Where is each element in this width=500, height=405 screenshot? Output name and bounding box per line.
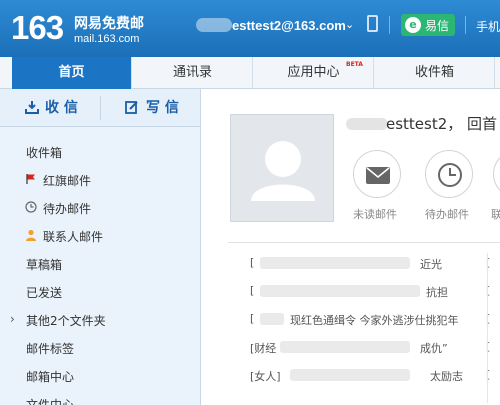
news-text: 现红色通缉令 今家外逃涉仕挑犯年 [290, 314, 459, 327]
sidebar-item-sent[interactable]: 已发送 [0, 278, 200, 306]
sidebar-item-inbox[interactable]: 收件箱 [0, 138, 200, 166]
news-text: 成仇” [420, 342, 448, 355]
sidebar-item-contact-mail[interactable]: 联系人邮件 [0, 222, 200, 250]
mail-actions: 收 信 写 信 [0, 89, 200, 127]
sidebar-item-label: 邮箱中心 [26, 370, 75, 384]
clock-icon [438, 163, 462, 187]
mobile-phone-icon[interactable] [367, 15, 378, 32]
contacts-button[interactable] [493, 150, 500, 198]
sidebar-item-other-folders[interactable]: › 其他2个文件夹 [0, 306, 200, 334]
news-item[interactable]: [ 现红色通缉令 今家外逃涉仕挑犯年 [ [250, 309, 500, 329]
news-category: [ [250, 284, 255, 297]
news-blur [280, 341, 410, 353]
sidebar-item-label: 收件箱 [26, 146, 63, 160]
yixin-label: 易信 [425, 19, 450, 33]
yixin-icon: e [405, 17, 421, 33]
greeting-text: esttest2， 回首 [386, 115, 498, 133]
sidebar-item-label: 红旗邮件 [43, 174, 92, 188]
unread-mail-button[interactable] [353, 150, 401, 198]
sidebar-item-label: 文件中心 [26, 398, 75, 405]
header-divider [389, 16, 390, 34]
news-divider [487, 253, 488, 403]
news-category: [女人] [250, 370, 281, 383]
tab-label: 收件箱 [414, 65, 454, 80]
sidebar-item-drafts[interactable]: 草稿箱 [0, 250, 200, 278]
sidebar-item-label: 草稿箱 [26, 258, 63, 272]
chevron-down-icon[interactable]: ⌄ [345, 18, 354, 31]
tab-inbox[interactable]: 收件箱 [375, 57, 495, 89]
envelope-icon [366, 167, 390, 184]
sidebar-item-label: 已发送 [26, 286, 63, 300]
chevron-right-icon[interactable]: › [10, 312, 15, 326]
tab-contacts[interactable]: 通讯录 [133, 57, 253, 89]
news-text: 近光 [420, 258, 442, 271]
news-panel: [ 近光 [ [ 抗担 [ [ 现红色通缉令 今家外逃涉仕挑犯年 [ [财经 成… [228, 242, 500, 405]
news-blur [260, 285, 420, 297]
news-item[interactable]: [财经 成仇” [ [250, 337, 500, 357]
news-item[interactable]: [ 抗担 [ [250, 281, 500, 301]
tab-label: 首页 [58, 65, 85, 80]
red-flag-icon [26, 174, 35, 184]
unread-mail-label: 未读邮件 [353, 208, 397, 221]
news-item[interactable]: [ 近光 [ [250, 253, 500, 273]
account-avatar [196, 18, 232, 32]
sidebar-item-label: 待办邮件 [43, 202, 92, 216]
sidebar-item-flagged[interactable]: 红旗邮件 [0, 166, 200, 194]
news-item[interactable]: [女人] 太励志 [ [250, 365, 500, 385]
header-divider [465, 16, 466, 34]
user-avatar[interactable] [230, 114, 334, 222]
default-avatar-icon [251, 141, 315, 201]
sidebar-item-file-center[interactable]: 文件中心 [0, 390, 200, 405]
tab-home[interactable]: 首页 [12, 57, 132, 89]
news-category: [ [250, 312, 255, 325]
sidebar-item-label: 其他2个文件夹 [26, 314, 106, 328]
sidebar-item-todo[interactable]: 待办邮件 [0, 194, 200, 222]
news-blur [260, 257, 410, 269]
mobile-link[interactable]: 手机 [476, 18, 500, 35]
top-header: 163 网易免费邮 mail.163.com esttest2@163.com … [0, 0, 500, 57]
main-content: esttest2， 回首 未读邮件 待办邮件 联 [ 近光 [[抗担 [[… [201, 89, 500, 405]
compose-icon [125, 101, 138, 114]
logo-url[interactable]: mail.163.com [74, 33, 139, 45]
sidebar-item-mail-center[interactable]: 邮箱中心 [0, 362, 200, 390]
receive-button[interactable]: 收 信 [45, 97, 78, 119]
todo-mail-label: 待办邮件 [425, 208, 469, 221]
news-category: [ [250, 256, 255, 269]
news-category: [财经 [250, 342, 277, 355]
news-blur [260, 313, 284, 325]
contact-person-icon [26, 229, 36, 241]
mail-app: 163 网易免费邮 mail.163.com esttest2@163.com … [0, 0, 500, 405]
sidebar-item-label: 联系人邮件 [43, 230, 104, 244]
tab-label: 应用中心 [287, 65, 340, 80]
logo-name[interactable]: 网易免费邮 [74, 13, 144, 33]
tab-label: 通讯录 [172, 65, 212, 80]
username-blur [346, 118, 388, 130]
clock-icon [25, 201, 37, 213]
sidebar: 收 信 写 信 收件箱 红旗邮件 待办邮件 联系人邮件 草稿箱 已发送 › 其他… [0, 89, 201, 405]
compose-button[interactable]: 写 信 [146, 97, 179, 119]
sidebar-item-label: 邮件标签 [26, 342, 75, 356]
yixin-button[interactable]: e 易信 [401, 14, 455, 36]
beta-badge: BETA [346, 61, 363, 68]
receive-icon [25, 101, 39, 114]
todo-mail-button[interactable] [425, 150, 473, 198]
logo-number[interactable]: 163 [11, 9, 64, 47]
account-name[interactable]: esttest2@163.com [232, 18, 346, 33]
sidebar-item-tags[interactable]: 邮件标签 [0, 334, 200, 362]
actions-divider [100, 96, 101, 120]
news-text: 太励志 [430, 370, 463, 383]
contacts-label: 联 [491, 208, 500, 221]
news-blur [290, 369, 410, 381]
main-tabs: 首页 通讯录 应用中心 BETA 收件箱 [0, 57, 500, 89]
news-text: 抗担 [426, 286, 448, 299]
tab-app-center[interactable]: 应用中心 BETA [254, 57, 374, 89]
